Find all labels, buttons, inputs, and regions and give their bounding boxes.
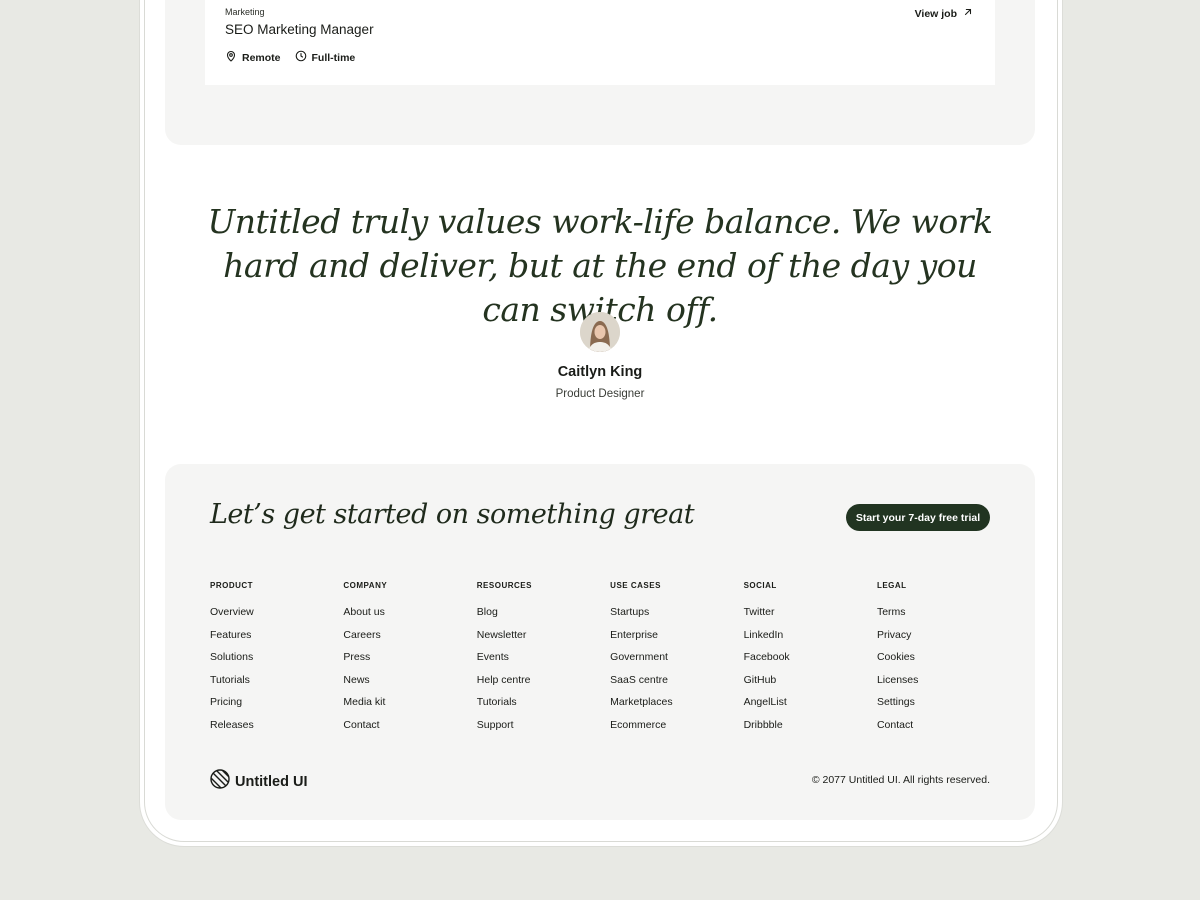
footer-column-product: PRODUCT Overview Features Solutions Tuto… <box>210 581 343 740</box>
author-avatar <box>580 312 620 352</box>
footer-link[interactable]: Enterprise <box>610 628 743 651</box>
footer-column-heading: SOCIAL <box>743 581 777 590</box>
footer-column-heading: COMPANY <box>343 581 388 590</box>
view-job-link[interactable]: View job <box>915 7 973 20</box>
footer-link[interactable]: Cookies <box>877 650 1010 673</box>
footer-column-heading: LEGAL <box>876 581 907 590</box>
footer-link[interactable]: Events <box>477 650 610 673</box>
footer-link[interactable]: Help centre <box>477 673 610 696</box>
footer-link[interactable]: GitHub <box>744 673 877 696</box>
job-location-label: Remote <box>242 51 281 64</box>
footer-column-heading: PRODUCT <box>210 581 254 590</box>
footer-link[interactable]: Licenses <box>877 673 1010 696</box>
job-department: Marketing <box>225 7 265 17</box>
footer-link[interactable]: Newsletter <box>477 628 610 651</box>
footer-column-social: SOCIAL Twitter LinkedIn Facebook GitHub … <box>744 581 877 740</box>
striped-circle-logo-icon <box>210 769 230 794</box>
footer-link[interactable]: Support <box>477 718 610 741</box>
job-type: Full-time <box>295 50 356 65</box>
footer-column-heading: RESOURCES <box>476 581 532 590</box>
footer-link[interactable]: Contact <box>343 718 476 741</box>
footer-link[interactable]: Pricing <box>210 695 343 718</box>
job-title: SEO Marketing Manager <box>225 22 374 37</box>
footer-link[interactable]: Twitter <box>744 605 877 628</box>
footer-link[interactable]: Blog <box>477 605 610 628</box>
footer-link[interactable]: Features <box>210 628 343 651</box>
arrow-up-right-icon <box>963 7 973 20</box>
author-name: Caitlyn King <box>557 364 643 380</box>
footer-columns: PRODUCT Overview Features Solutions Tuto… <box>210 581 1010 740</box>
job-type-label: Full-time <box>311 51 356 64</box>
footer-link[interactable]: Terms <box>877 605 1010 628</box>
footer-link[interactable]: Startups <box>610 605 743 628</box>
job-location: Remote <box>225 50 281 65</box>
footer-link[interactable]: Marketplaces <box>610 695 743 718</box>
footer-column-legal: LEGAL Terms Privacy Cookies Licenses Set… <box>877 581 1010 740</box>
footer-link[interactable]: Privacy <box>877 628 1010 651</box>
brand-name: Untitled UI <box>235 773 308 790</box>
footer-link[interactable]: Overview <box>210 605 343 628</box>
footer-column-company: COMPANY About us Careers Press News Medi… <box>343 581 476 740</box>
footer-link[interactable]: Dribbble <box>744 718 877 741</box>
footer-brand[interactable]: Untitled UI <box>210 769 308 794</box>
footer-link[interactable]: Government <box>610 650 743 673</box>
footer-link[interactable]: About us <box>343 605 476 628</box>
footer-link[interactable]: Releases <box>210 718 343 741</box>
view-job-label: View job <box>914 7 957 20</box>
author-role: Product Designer <box>555 388 645 400</box>
footer-link[interactable]: Ecommerce <box>610 718 743 741</box>
cta-heading: Let’s get started on something great <box>210 499 695 530</box>
footer: Let’s get started on something great Sta… <box>165 464 1035 820</box>
clock-icon <box>295 50 307 65</box>
footer-link[interactable]: Facebook <box>744 650 877 673</box>
footer-link[interactable]: Tutorials <box>210 673 343 696</box>
footer-link[interactable]: AngelList <box>744 695 877 718</box>
copyright-text: © 2077 Untitled UI. All rights reserved. <box>811 774 990 786</box>
footer-link[interactable]: SaaS centre <box>610 673 743 696</box>
job-card[interactable]: Marketing SEO Marketing Manager Remote F… <box>205 0 995 85</box>
footer-link[interactable]: Careers <box>343 628 476 651</box>
job-meta: Remote Full-time <box>225 50 355 65</box>
footer-column-use-cases: USE CASES Startups Enterprise Government… <box>610 581 743 740</box>
footer-link[interactable]: Media kit <box>343 695 476 718</box>
footer-link[interactable]: Solutions <box>210 650 343 673</box>
map-pin-icon <box>225 50 237 65</box>
start-trial-button[interactable]: Start your 7-day free trial <box>846 504 990 531</box>
footer-link[interactable]: LinkedIn <box>744 628 877 651</box>
footer-column-resources: RESOURCES Blog Newsletter Events Help ce… <box>477 581 610 740</box>
footer-link[interactable]: News <box>343 673 476 696</box>
footer-link[interactable]: Tutorials <box>477 695 610 718</box>
footer-link[interactable]: Press <box>343 650 476 673</box>
footer-link[interactable]: Settings <box>877 695 1010 718</box>
footer-column-heading: USE CASES <box>610 581 661 590</box>
footer-link[interactable]: Contact <box>877 718 1010 741</box>
